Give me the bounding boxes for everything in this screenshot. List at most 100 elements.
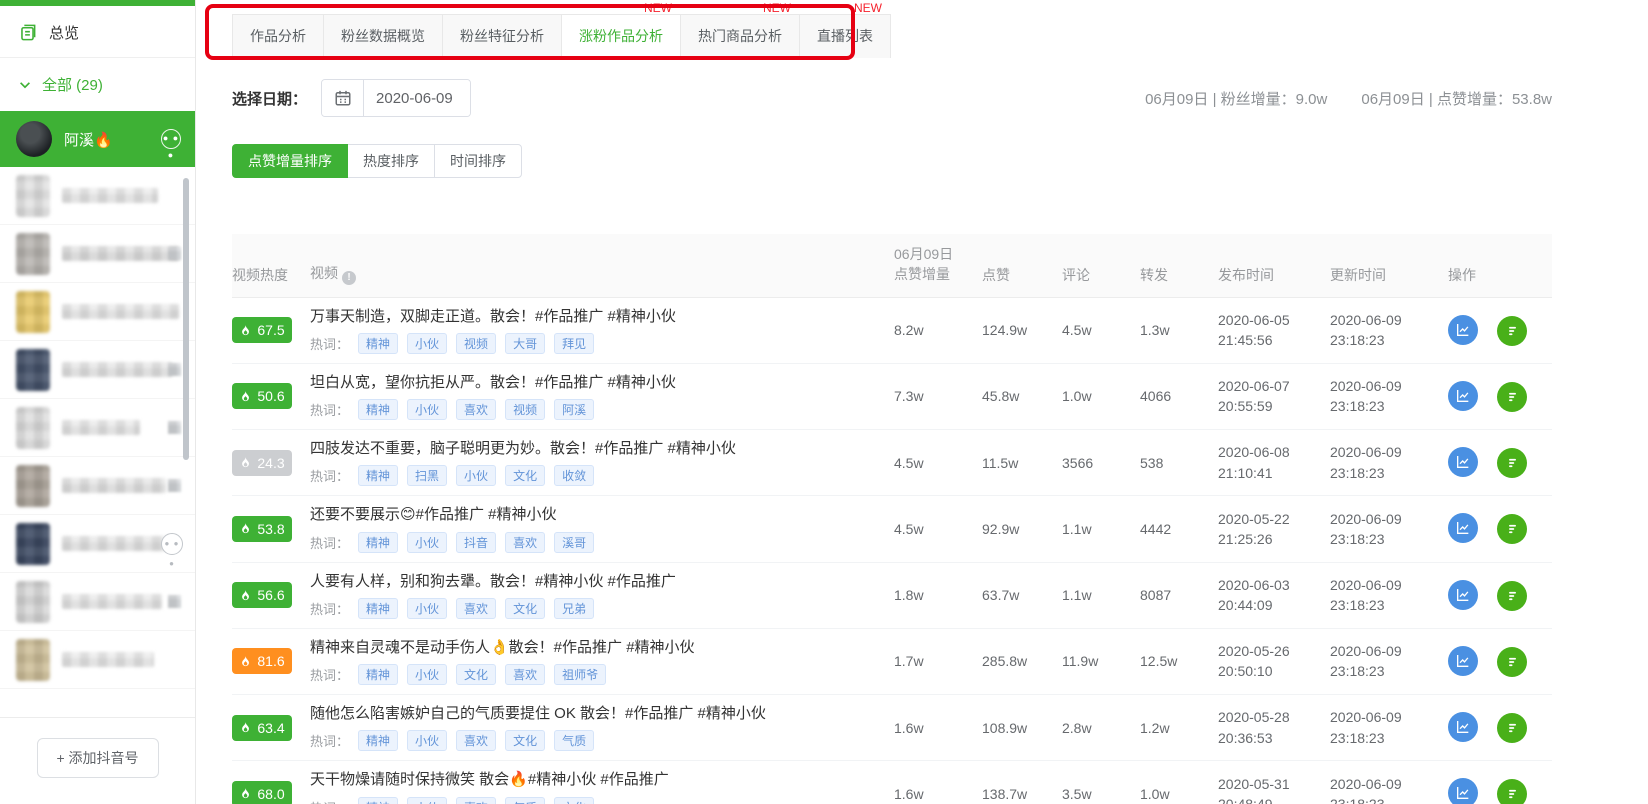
keyword-tag[interactable]: 拜见 [554, 333, 594, 354]
keyword-tag[interactable]: 喜欢 [456, 730, 496, 751]
keyword-tag[interactable]: 大哥 [505, 333, 545, 354]
keyword-tag[interactable]: 精神 [358, 465, 398, 486]
table-row[interactable]: 68.0天干物燥请随时保持微笑 散会🔥#精神小伙 #作品推广热词：精神小伙喜欢气… [232, 761, 1552, 804]
keyword-tag[interactable]: 小伙 [456, 465, 496, 486]
keyword-tag[interactable]: 精神 [358, 333, 398, 354]
account-more-icon[interactable]: ● ● ● [161, 129, 181, 149]
keyword-tag[interactable]: 小伙 [407, 333, 447, 354]
detail-list-button[interactable] [1497, 581, 1527, 611]
table-row[interactable]: 56.6人要有人样，别和狗去犟。散会！#精神小伙 #作品推广热词：精神小伙喜欢文… [232, 563, 1552, 629]
sidebar-group-all[interactable]: 全部 (29) [0, 58, 195, 111]
sidebar-item-redacted[interactable] [0, 399, 195, 457]
sidebar-item-redacted[interactable] [0, 457, 195, 515]
sidebar-item-redacted[interactable] [0, 283, 195, 341]
keyword-tag[interactable]: 喜欢 [505, 532, 545, 553]
trend-chart-button[interactable] [1448, 315, 1478, 345]
sidebar-item-redacted[interactable] [0, 341, 195, 399]
trend-chart-button[interactable] [1448, 513, 1478, 543]
table-row[interactable]: 81.6精神来自灵魂不是动手伤人👌散会！#作品推广 #精神小伙热词：精神小伙文化… [232, 629, 1552, 695]
keyword-tag[interactable]: 视频 [456, 333, 496, 354]
detail-list-button[interactable] [1497, 779, 1527, 804]
trend-chart-button[interactable] [1448, 447, 1478, 477]
keyword-tag[interactable]: 气质 [505, 797, 545, 804]
tab-live-list[interactable]: 直播列表NEW [799, 14, 891, 58]
video-title[interactable]: 万事天制造，双脚走正道。散会！#作品推广 #精神小伙 [310, 307, 880, 327]
info-icon[interactable]: ! [342, 271, 356, 285]
sidebar-item-redacted[interactable]: ● ● ● [0, 515, 195, 573]
keyword-tag[interactable]: 精神 [358, 532, 398, 553]
keyword-tag[interactable]: 溪哥 [554, 532, 594, 553]
keyword-tag[interactable]: 文化 [505, 598, 545, 619]
keyword-tag[interactable]: 兄弟 [554, 598, 594, 619]
trend-chart-button[interactable] [1448, 381, 1478, 411]
keyword-tag[interactable]: 收敛 [554, 465, 594, 486]
table-row[interactable]: 50.6坦白从宽，望你抗拒从严。散会！#作品推广 #精神小伙热词：精神小伙喜欢视… [232, 364, 1552, 430]
sidebar-item-redacted[interactable] [0, 167, 195, 225]
keyword-tag[interactable]: 小伙 [407, 730, 447, 751]
keyword-tag[interactable]: 小伙 [407, 598, 447, 619]
table-row[interactable]: 24.3四肢发达不重要，脑子聪明更为妙。散会！#作品推广 #精神小伙热词：精神扫… [232, 430, 1552, 496]
sort-like-increment-button[interactable]: 点赞增量排序 [232, 144, 348, 178]
keyword-tag[interactable]: 阿溪 [554, 399, 594, 420]
tab-fans-feature-analysis[interactable]: 粉丝特征分析 [442, 14, 562, 58]
detail-list-button[interactable] [1497, 514, 1527, 544]
video-title[interactable]: 坦白从宽，望你抗拒从严。散会！#作品推广 #精神小伙 [310, 373, 880, 393]
trend-chart-button[interactable] [1448, 646, 1478, 676]
keyword-tag[interactable]: 扫黑 [407, 465, 447, 486]
video-title[interactable]: 还要不要展示😊#作品推广 #精神小伙 [310, 505, 880, 525]
keyword-tag[interactable]: 精神 [358, 664, 398, 685]
keyword-tag[interactable]: 视频 [505, 399, 545, 420]
table-row[interactable]: 67.5万事天制造，双脚走正道。散会！#作品推广 #精神小伙热词：精神小伙视频大… [232, 298, 1552, 364]
sidebar-item-redacted[interactable] [0, 225, 195, 283]
keyword-tag[interactable]: 文化 [456, 664, 496, 685]
sort-heat-button[interactable]: 热度排序 [347, 144, 435, 178]
keyword-tag[interactable]: 精神 [358, 598, 398, 619]
table-row[interactable]: 63.4随他怎么陷害嫉妒自己的气质要提住 OK 散会！#作品推广 #精神小伙热词… [232, 695, 1552, 761]
sidebar-scrollbar[interactable] [183, 178, 189, 460]
keyword-tag[interactable]: 小伙 [407, 797, 447, 804]
tab-fans-data-overview[interactable]: 粉丝数据概览 [323, 14, 443, 58]
tab-fans-growth-works-analysis[interactable]: 涨粉作品分析NEW [561, 14, 681, 59]
detail-list-button[interactable] [1497, 647, 1527, 677]
keyword-tag[interactable]: 祖师爷 [554, 664, 606, 685]
keyword-tag[interactable]: 精神 [358, 399, 398, 420]
keyword-tag[interactable]: 小伙 [407, 399, 447, 420]
keyword-tag[interactable]: 喜欢 [456, 399, 496, 420]
add-douyin-account-button[interactable]: + 添加抖音号 [37, 738, 159, 778]
video-title[interactable]: 随他怎么陷害嫉妒自己的气质要提住 OK 散会！#作品推广 #精神小伙 [310, 704, 880, 724]
sidebar-item-redacted[interactable] [0, 573, 195, 631]
trend-chart-button[interactable] [1448, 580, 1478, 610]
keyword-tag[interactable]: 抖音 [456, 532, 496, 553]
keyword-tag[interactable]: 精神 [358, 730, 398, 751]
calendar-button[interactable] [322, 80, 364, 116]
keyword-tag[interactable]: 文化 [505, 465, 545, 486]
sort-time-button[interactable]: 时间排序 [434, 144, 522, 178]
detail-list-button[interactable] [1497, 448, 1527, 478]
sidebar-item-account-active[interactable]: 阿溪🔥 ● ● ● [0, 111, 195, 167]
tab-hot-products-analysis[interactable]: 热门商品分析NEW [680, 14, 800, 58]
keyword-tag[interactable]: 文化 [505, 730, 545, 751]
keyword-tag[interactable]: 喜欢 [456, 598, 496, 619]
keyword-tag[interactable]: 喜欢 [505, 664, 545, 685]
video-title[interactable]: 天干物燥请随时保持微笑 散会🔥#精神小伙 #作品推广 [310, 770, 880, 790]
trend-chart-button[interactable] [1448, 778, 1478, 804]
trend-chart-button[interactable] [1448, 712, 1478, 742]
keyword-tag[interactable]: 小伙 [407, 532, 447, 553]
sidebar-item-overview[interactable]: 总览 [0, 6, 195, 57]
detail-list-button[interactable] [1497, 316, 1527, 346]
keyword-tag[interactable]: 喜欢 [456, 797, 496, 804]
more-icon[interactable]: ● ● ● [161, 533, 183, 555]
keyword-tag[interactable]: 小伙 [407, 664, 447, 685]
sidebar-item-redacted[interactable] [0, 631, 195, 689]
detail-list-button[interactable] [1497, 382, 1527, 412]
table-row[interactable]: 53.8还要不要展示😊#作品推广 #精神小伙热词：精神小伙抖音喜欢溪哥4.5w9… [232, 496, 1552, 562]
keyword-tag[interactable]: 气质 [554, 730, 594, 751]
detail-list-button[interactable] [1497, 713, 1527, 743]
video-title[interactable]: 人要有人样，别和狗去犟。散会！#精神小伙 #作品推广 [310, 572, 880, 592]
video-title[interactable]: 四肢发达不重要，脑子聪明更为妙。散会！#作品推广 #精神小伙 [310, 439, 880, 459]
keyword-tag[interactable]: 文化 [554, 797, 594, 804]
tab-works-analysis[interactable]: 作品分析 [232, 14, 324, 58]
video-title[interactable]: 精神来自灵魂不是动手伤人👌散会！#作品推广 #精神小伙 [310, 638, 880, 658]
date-input[interactable] [364, 80, 470, 116]
keyword-tag[interactable]: 精神 [358, 797, 398, 804]
